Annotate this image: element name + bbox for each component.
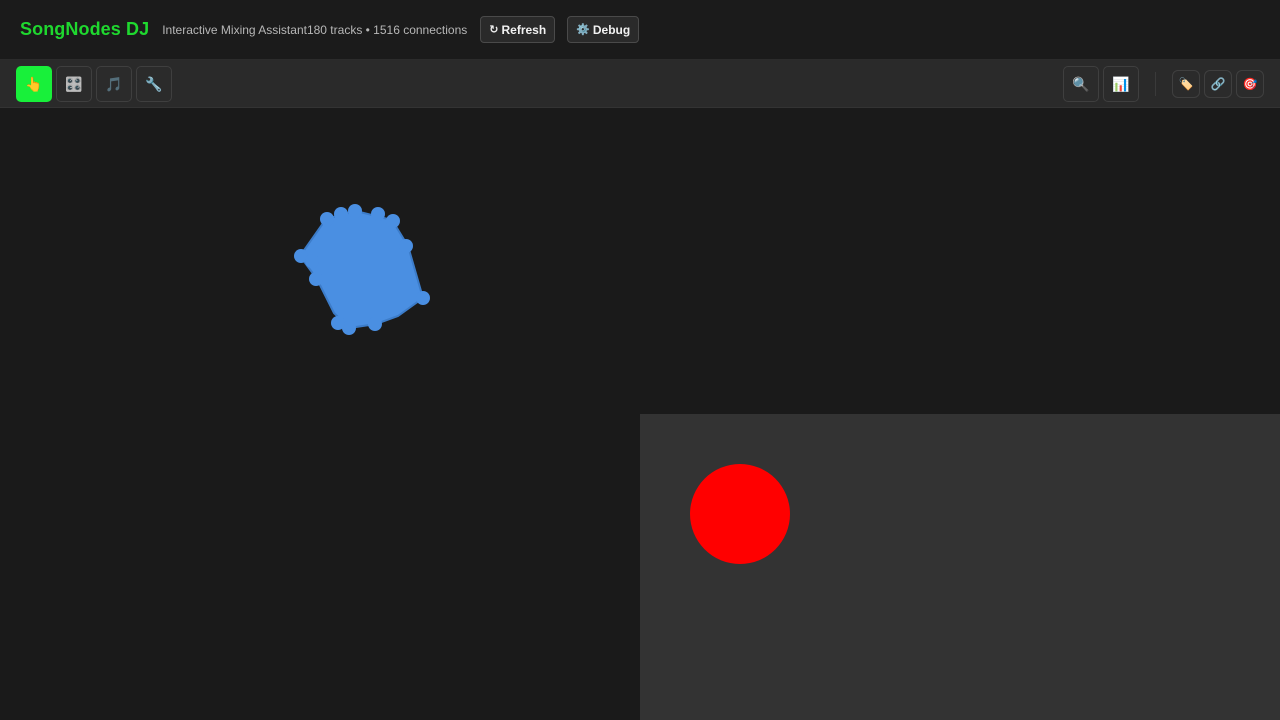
graph-node[interactable] xyxy=(334,207,348,221)
search-button[interactable]: 🔍 xyxy=(1063,66,1099,102)
music-mode-button[interactable]: 🎵 xyxy=(96,66,132,102)
focus-button[interactable]: 🎯 xyxy=(1236,70,1264,98)
pointer-icon: 👆 xyxy=(25,75,43,92)
app-title: SongNodes DJ xyxy=(20,19,150,39)
mix-mode-button[interactable]: 🎛️ xyxy=(56,66,92,102)
graph-stats: 180 tracks • 1516 connections xyxy=(306,22,468,37)
cluster-hull xyxy=(298,209,425,330)
toolbar-divider xyxy=(1155,72,1156,96)
graph-node[interactable] xyxy=(305,254,319,268)
debug-label: Debug xyxy=(592,22,631,37)
toolbar: 👆 🎛️ 🎵 🔧 🔍 📊 🏷️ 🔗 🎯 xyxy=(0,60,1280,108)
wrench-icon: 🔧 xyxy=(145,75,163,92)
graph-node[interactable] xyxy=(416,291,430,305)
graph-node[interactable] xyxy=(371,207,385,221)
graph-node[interactable] xyxy=(331,316,345,330)
tag-icon: 🏷️ xyxy=(1178,77,1194,91)
target-icon: 🎯 xyxy=(1242,77,1258,91)
graph-node[interactable] xyxy=(320,212,334,226)
refresh-button[interactable]: ↻ Refresh xyxy=(480,16,556,43)
graph-node[interactable] xyxy=(368,317,382,331)
mixer-icon: 🎛️ xyxy=(65,75,83,92)
bar-chart-icon: 📊 xyxy=(1112,75,1130,92)
labels-toggle-button[interactable]: 🏷️ xyxy=(1172,70,1200,98)
music-note-icon: 🎵 xyxy=(105,75,123,92)
app-subtitle: Interactive Mixing Assistant xyxy=(162,22,307,37)
refresh-icon: ↻ xyxy=(489,24,499,36)
tools-mode-button[interactable]: 🔧 xyxy=(136,66,172,102)
select-mode-button[interactable]: 👆 xyxy=(16,66,52,102)
preview-panel xyxy=(640,414,1280,720)
graph-node[interactable] xyxy=(399,239,413,253)
stats-button[interactable]: 📊 xyxy=(1103,66,1139,102)
app-header: SongNodes DJ Interactive Mixing Assistan… xyxy=(0,0,1280,60)
highlight-marker xyxy=(690,464,790,564)
graph-node[interactable] xyxy=(309,272,323,286)
edges-toggle-button[interactable]: 🔗 xyxy=(1204,70,1232,98)
refresh-label: Refresh xyxy=(501,22,547,37)
graph-node[interactable] xyxy=(348,204,362,218)
graph-node[interactable] xyxy=(386,214,400,228)
debug-button[interactable]: ⚙️ Debug xyxy=(567,16,640,43)
graph-cluster[interactable] xyxy=(294,204,430,335)
search-icon: 🔍 xyxy=(1072,75,1090,92)
gear-icon: ⚙️ xyxy=(576,24,590,36)
link-icon: 🔗 xyxy=(1210,77,1226,91)
